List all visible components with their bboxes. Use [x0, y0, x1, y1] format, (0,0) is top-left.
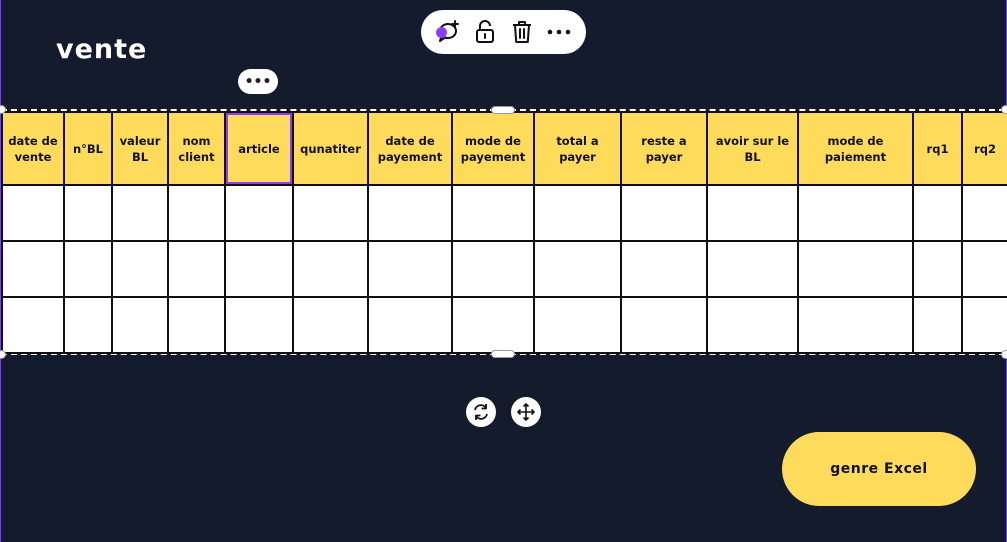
header-nom-client[interactable]: nom client: [167, 111, 226, 186]
header-article[interactable]: article: [224, 111, 294, 186]
table-cell[interactable]: [620, 296, 708, 354]
table-cell[interactable]: [961, 296, 1007, 354]
genre-excel-button[interactable]: genre Excel: [782, 432, 976, 506]
table-cell[interactable]: [111, 296, 169, 354]
unlock-icon: [475, 20, 494, 43]
table-cell[interactable]: [167, 184, 226, 242]
resize-handle-bottom-left[interactable]: [0, 350, 6, 359]
table-cell[interactable]: [63, 240, 113, 298]
table-cell[interactable]: [451, 240, 535, 298]
move-icon: [517, 403, 535, 421]
table-more-button[interactable]: •••: [238, 69, 278, 94]
table-row: [1, 296, 1007, 354]
unlock-button[interactable]: [470, 17, 500, 47]
more-icon: [548, 29, 571, 35]
page-title: vente: [56, 34, 148, 65]
table-cell[interactable]: [961, 184, 1007, 242]
header-n-bl[interactable]: n°BL: [63, 111, 113, 186]
header-valeur-bl[interactable]: valeur BL: [111, 111, 169, 186]
header-total-a-payer[interactable]: total a payer: [533, 111, 622, 186]
resize-handle-bottom[interactable]: [491, 350, 515, 358]
header-mode-de-paiement[interactable]: mode de paiement: [797, 111, 914, 186]
table-cell[interactable]: [63, 184, 113, 242]
table-cell[interactable]: [912, 296, 963, 354]
notification-dot: [435, 27, 447, 38]
table-body: [1, 184, 1007, 354]
table-cell[interactable]: [961, 240, 1007, 298]
resize-handle-bottom-right[interactable]: [1001, 350, 1007, 359]
resize-handle-top-right[interactable]: [1001, 105, 1007, 114]
header-qunatiter[interactable]: qunatiter: [292, 111, 369, 186]
resize-handle-top[interactable]: [491, 106, 515, 114]
table-cell[interactable]: [292, 184, 369, 242]
table-cell[interactable]: [1, 184, 65, 242]
table-cell[interactable]: [224, 296, 294, 354]
header-reste-a-payer[interactable]: reste a payer: [620, 111, 708, 186]
trash-icon: [513, 21, 532, 43]
table-cell[interactable]: [451, 296, 535, 354]
table-cell[interactable]: [797, 240, 914, 298]
header-mode-de-payement[interactable]: mode de payement: [451, 111, 535, 186]
floating-toolbar: [421, 10, 586, 54]
table-cell[interactable]: [224, 240, 294, 298]
table-cell[interactable]: [797, 296, 914, 354]
table-row: [1, 184, 1007, 242]
table-cell[interactable]: [63, 296, 113, 354]
table-cell[interactable]: [706, 240, 799, 298]
table-cell[interactable]: [111, 184, 169, 242]
table-cell[interactable]: [367, 240, 453, 298]
table-cell[interactable]: [620, 184, 708, 242]
table-cell[interactable]: [1, 240, 65, 298]
table-row: [1, 240, 1007, 298]
table-cell[interactable]: [533, 296, 622, 354]
table-cell[interactable]: [451, 184, 535, 242]
table-cell[interactable]: [912, 240, 963, 298]
table-cell[interactable]: [367, 184, 453, 242]
header-date-de-vente[interactable]: date de vente: [1, 111, 65, 186]
table-cell[interactable]: [224, 184, 294, 242]
table-cell[interactable]: [111, 240, 169, 298]
table-cell[interactable]: [912, 184, 963, 242]
sales-table[interactable]: date de vente n°BL valeur BL nom client …: [1, 111, 1007, 354]
table-cell[interactable]: [1, 296, 65, 354]
table-cell[interactable]: [620, 240, 708, 298]
table-cell[interactable]: [167, 240, 226, 298]
more-options-button[interactable]: [544, 17, 574, 47]
header-avoir-sur-le-bl[interactable]: avoir sur le BL: [706, 111, 799, 186]
table-cell[interactable]: [167, 296, 226, 354]
delete-button[interactable]: [507, 17, 537, 47]
table-cell[interactable]: [797, 184, 914, 242]
move-button[interactable]: [511, 397, 541, 427]
rotate-button[interactable]: [466, 397, 496, 427]
header-date-de-payement[interactable]: date de payement: [367, 111, 453, 186]
table-cell[interactable]: [367, 296, 453, 354]
rotate-icon: [474, 404, 488, 420]
table-cell[interactable]: [292, 296, 369, 354]
header-rq1[interactable]: rq1: [912, 111, 963, 186]
add-comment-button[interactable]: [433, 17, 463, 47]
table-cell[interactable]: [533, 240, 622, 298]
table-cell[interactable]: [533, 184, 622, 242]
header-row: date de vente n°BL valeur BL nom client …: [1, 111, 1007, 186]
header-rq2[interactable]: rq2: [961, 111, 1007, 186]
table-cell[interactable]: [292, 240, 369, 298]
table-cell[interactable]: [706, 184, 799, 242]
table-cell[interactable]: [706, 296, 799, 354]
